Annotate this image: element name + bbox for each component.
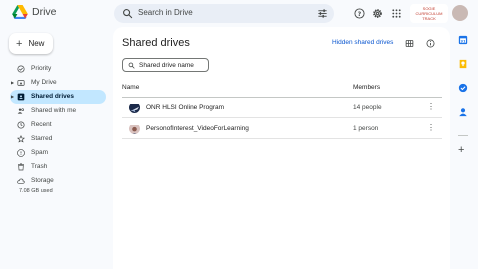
sidebar-item-recent[interactable]: Recent <box>0 118 110 132</box>
page-title: Shared drives <box>122 37 190 49</box>
sidebar-item-label: Shared drives <box>31 93 74 100</box>
side-panel-rail: 31 + <box>452 27 474 269</box>
account-avatar[interactable] <box>452 5 468 21</box>
sidebar-item-trash[interactable]: Trash <box>0 160 110 174</box>
column-header-name[interactable]: Name <box>122 84 139 91</box>
organization-logo[interactable]: SOGIE CURRICULUM TRACK <box>410 4 448 23</box>
search-icon <box>128 62 135 69</box>
star-icon <box>17 135 25 143</box>
drive-members: 14 people <box>353 104 382 111</box>
spam-icon <box>17 149 25 157</box>
new-button[interactable]: + New <box>9 33 53 54</box>
rail-divider <box>458 135 468 136</box>
app-title: Drive <box>32 6 57 18</box>
sidebar-item-label: My Drive <box>31 79 57 86</box>
clock-icon <box>17 121 25 129</box>
top-bar: Drive Search in Drive ? SOGIE CURRICULUM… <box>0 0 478 28</box>
sidebar-item-label: Spam <box>31 149 48 156</box>
contacts-icon[interactable] <box>458 107 468 117</box>
drive-name: PersonofInterest_VideoForLearning <box>146 125 249 132</box>
expand-caret-icon[interactable]: ▶ <box>11 94 14 99</box>
shared-with-me-icon <box>17 108 24 114</box>
trash-icon <box>18 163 24 171</box>
table-row[interactable]: ONR HLSI Online Program 14 people ⋮ <box>122 97 442 118</box>
sidebar-item-starred[interactable]: Starred <box>0 132 110 146</box>
sidebar-item-label: Recent <box>31 121 52 128</box>
sidebar-item-label: Starred <box>31 135 53 142</box>
drive-name: ONR HLSI Online Program <box>146 104 225 111</box>
sidebar-item-priority[interactable]: Priority <box>0 62 110 76</box>
shared-drives-icon <box>17 93 25 101</box>
drive-thumb-plane <box>129 102 140 113</box>
drive-members: 1 person <box>353 125 379 132</box>
main-content: Shared drives Hidden shared drives Share… <box>113 27 450 269</box>
priority-check-icon <box>17 65 25 73</box>
keep-icon[interactable] <box>458 59 468 69</box>
sidebar-item-shared-with-me[interactable]: Shared with me <box>0 104 110 118</box>
calendar-icon[interactable]: 31 <box>458 35 468 45</box>
plus-icon: + <box>16 37 23 50</box>
table-row[interactable]: PersonofInterest_VideoForLearning 1 pers… <box>122 118 442 139</box>
sidebar-item-shared-drives[interactable]: ▶ Shared drives <box>0 90 110 104</box>
sidebar-item-label: Shared with me <box>31 107 77 114</box>
svg-text:31: 31 <box>460 39 466 43</box>
tune-icon[interactable] <box>317 8 328 19</box>
info-icon[interactable] <box>426 39 435 48</box>
drive-logo[interactable]: Drive <box>12 5 57 19</box>
add-icon[interactable]: + <box>458 144 464 156</box>
cloud-icon <box>17 178 25 184</box>
hidden-shared-drives-link[interactable]: Hidden shared drives <box>332 39 393 46</box>
sidebar-item-label: Priority <box>31 65 52 72</box>
sidebar-item-label: Trash <box>31 163 48 170</box>
filter-placeholder: Shared drive name <box>139 61 194 69</box>
grid-view-icon[interactable] <box>405 39 414 48</box>
more-options-icon[interactable]: ⋮ <box>427 102 435 111</box>
tasks-icon[interactable] <box>458 83 468 93</box>
drive-thumb-person <box>129 123 140 134</box>
sidebar-nav: Priority ▶ My Drive ▶ Shared drives Shar… <box>0 62 110 188</box>
svg-text:?: ? <box>358 11 362 18</box>
column-header-members: Members <box>353 84 381 91</box>
drive-logo-icon <box>12 5 28 19</box>
sidebar-item-my-drive[interactable]: ▶ My Drive <box>0 76 110 90</box>
storage-used-text: 7.08 GB used <box>19 188 53 194</box>
settings-icon[interactable] <box>372 8 383 19</box>
shared-drive-name-filter[interactable]: Shared drive name <box>122 58 209 72</box>
my-drive-icon <box>17 80 25 86</box>
expand-caret-icon[interactable]: ▶ <box>11 80 14 85</box>
search-bar[interactable]: Search in Drive <box>114 4 334 23</box>
help-icon[interactable]: ? <box>354 8 365 19</box>
search-input[interactable]: Search in Drive <box>138 8 193 17</box>
sidebar-item-storage[interactable]: Storage <box>0 174 110 188</box>
organization-logo-text: SOGIE CURRICULUM TRACK <box>415 6 443 21</box>
search-icon[interactable] <box>122 8 133 19</box>
sidebar-item-spam[interactable]: Spam <box>0 146 110 160</box>
sidebar-item-label: Storage <box>31 177 54 184</box>
new-button-label: New <box>28 39 45 48</box>
apps-grid-icon[interactable] <box>391 8 402 19</box>
more-options-icon[interactable]: ⋮ <box>427 123 435 132</box>
